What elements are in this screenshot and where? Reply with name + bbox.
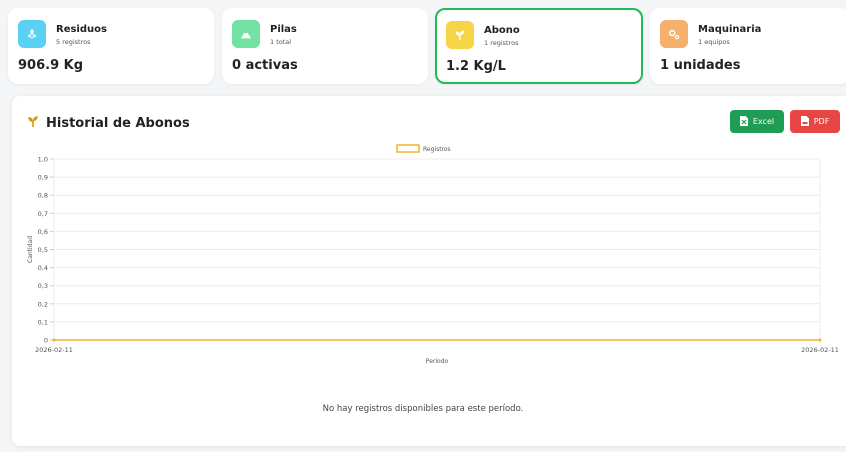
pdf-label: PDF: [813, 117, 830, 126]
empty-state-message: No hay registros disponibles para este p…: [322, 404, 524, 414]
card-subtitle: 1 total: [270, 38, 292, 46]
seedling-icon: [26, 114, 40, 132]
recycle-icon: [18, 20, 46, 48]
file-excel-icon: [739, 115, 748, 128]
x-tick-label: 2026-02-11: [35, 346, 73, 354]
card-title: Pilas: [270, 24, 297, 35]
panel-title: Historial de Abonos: [26, 114, 190, 132]
card-value: 906.9 Kg: [18, 58, 84, 73]
legend-swatch: [396, 144, 420, 153]
card-subtitle: 5 registros: [56, 38, 91, 46]
summary-cards: Residuos 5 registros 906.9 Kg Pilas 1 to…: [0, 0, 846, 90]
y-tick-label: 0,2: [38, 300, 48, 308]
y-tick-label: 0,4: [38, 264, 48, 272]
card-value: 1 unidades: [660, 58, 741, 73]
file-pdf-icon: [800, 115, 809, 128]
data-point: [818, 338, 822, 342]
mountain-icon: [232, 20, 260, 48]
card-abono[interactable]: Abono 1 registros 1.2 Kg/L: [435, 8, 643, 84]
x-tick-label: 2026-02-11: [801, 346, 838, 354]
card-maquinaria[interactable]: Maquinaria 1 equipos 1 unidades: [650, 8, 846, 84]
y-tick-label: 0,8: [38, 192, 48, 200]
export-excel-button[interactable]: Excel: [730, 110, 784, 133]
y-tick-label: 0,7: [38, 210, 48, 218]
card-title: Residuos: [56, 24, 107, 35]
seedling-icon: [446, 21, 474, 49]
y-tick-label: 0,6: [38, 228, 48, 236]
card-subtitle: 1 equipos: [698, 38, 730, 46]
data-point: [52, 338, 56, 342]
card-residuos[interactable]: Residuos 5 registros 906.9 Kg: [8, 8, 214, 84]
y-tick-label: 0: [44, 337, 48, 345]
x-axis-label: Período: [426, 358, 449, 365]
card-title: Maquinaria: [698, 24, 762, 35]
export-pdf-button[interactable]: PDF: [790, 110, 840, 133]
y-axis-label: Cantidad: [27, 236, 34, 263]
card-subtitle: 1 registros: [484, 39, 519, 47]
gears-icon: [660, 20, 688, 48]
card-value: 0 activas: [232, 58, 298, 73]
history-panel: Historial de Abonos Excel PDF 1,0 0,9 0,8 0…: [12, 96, 846, 446]
legend-label: Registros: [423, 146, 451, 153]
excel-label: Excel: [752, 117, 775, 126]
y-tick-label: 0,1: [38, 318, 48, 326]
y-tick-label: 1,0: [38, 156, 48, 164]
panel-title-text: Historial de Abonos: [46, 115, 190, 131]
y-tick-label: 0,5: [38, 246, 48, 254]
card-title: Abono: [484, 25, 520, 36]
y-tick-label: 0,3: [38, 282, 48, 290]
card-pilas[interactable]: Pilas 1 total 0 activas: [222, 8, 428, 84]
y-tick-label: 0,9: [38, 174, 48, 182]
abonos-line-chart: 1,00,90,80,70,60,50,40,30,20,102026-02-1…: [27, 144, 838, 365]
card-value: 1.2 Kg/L: [446, 59, 506, 74]
